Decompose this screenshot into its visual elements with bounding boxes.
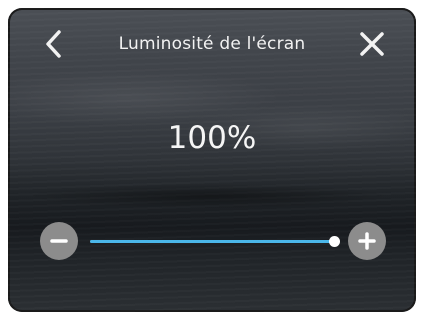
decrease-brightness-button[interactable] xyxy=(40,222,78,260)
chevron-left-icon xyxy=(46,30,61,58)
brightness-slider-track[interactable] xyxy=(90,236,340,247)
header-bar: Luminosité de l'écran xyxy=(8,8,416,80)
page-title: Luminosité de l'écran xyxy=(118,34,306,54)
back-button[interactable] xyxy=(32,22,76,66)
increase-brightness-button[interactable] xyxy=(348,222,386,260)
brightness-value: 100% xyxy=(167,120,257,156)
brightness-screen: Luminosité de l'écran 100% xyxy=(8,8,416,312)
brightness-slider-thumb[interactable] xyxy=(329,236,340,247)
plus-icon xyxy=(358,232,376,250)
close-icon xyxy=(360,32,384,56)
brightness-slider-fill xyxy=(90,240,334,243)
close-button[interactable] xyxy=(350,22,394,66)
minus-icon xyxy=(50,239,68,243)
brightness-slider-row xyxy=(8,218,416,266)
